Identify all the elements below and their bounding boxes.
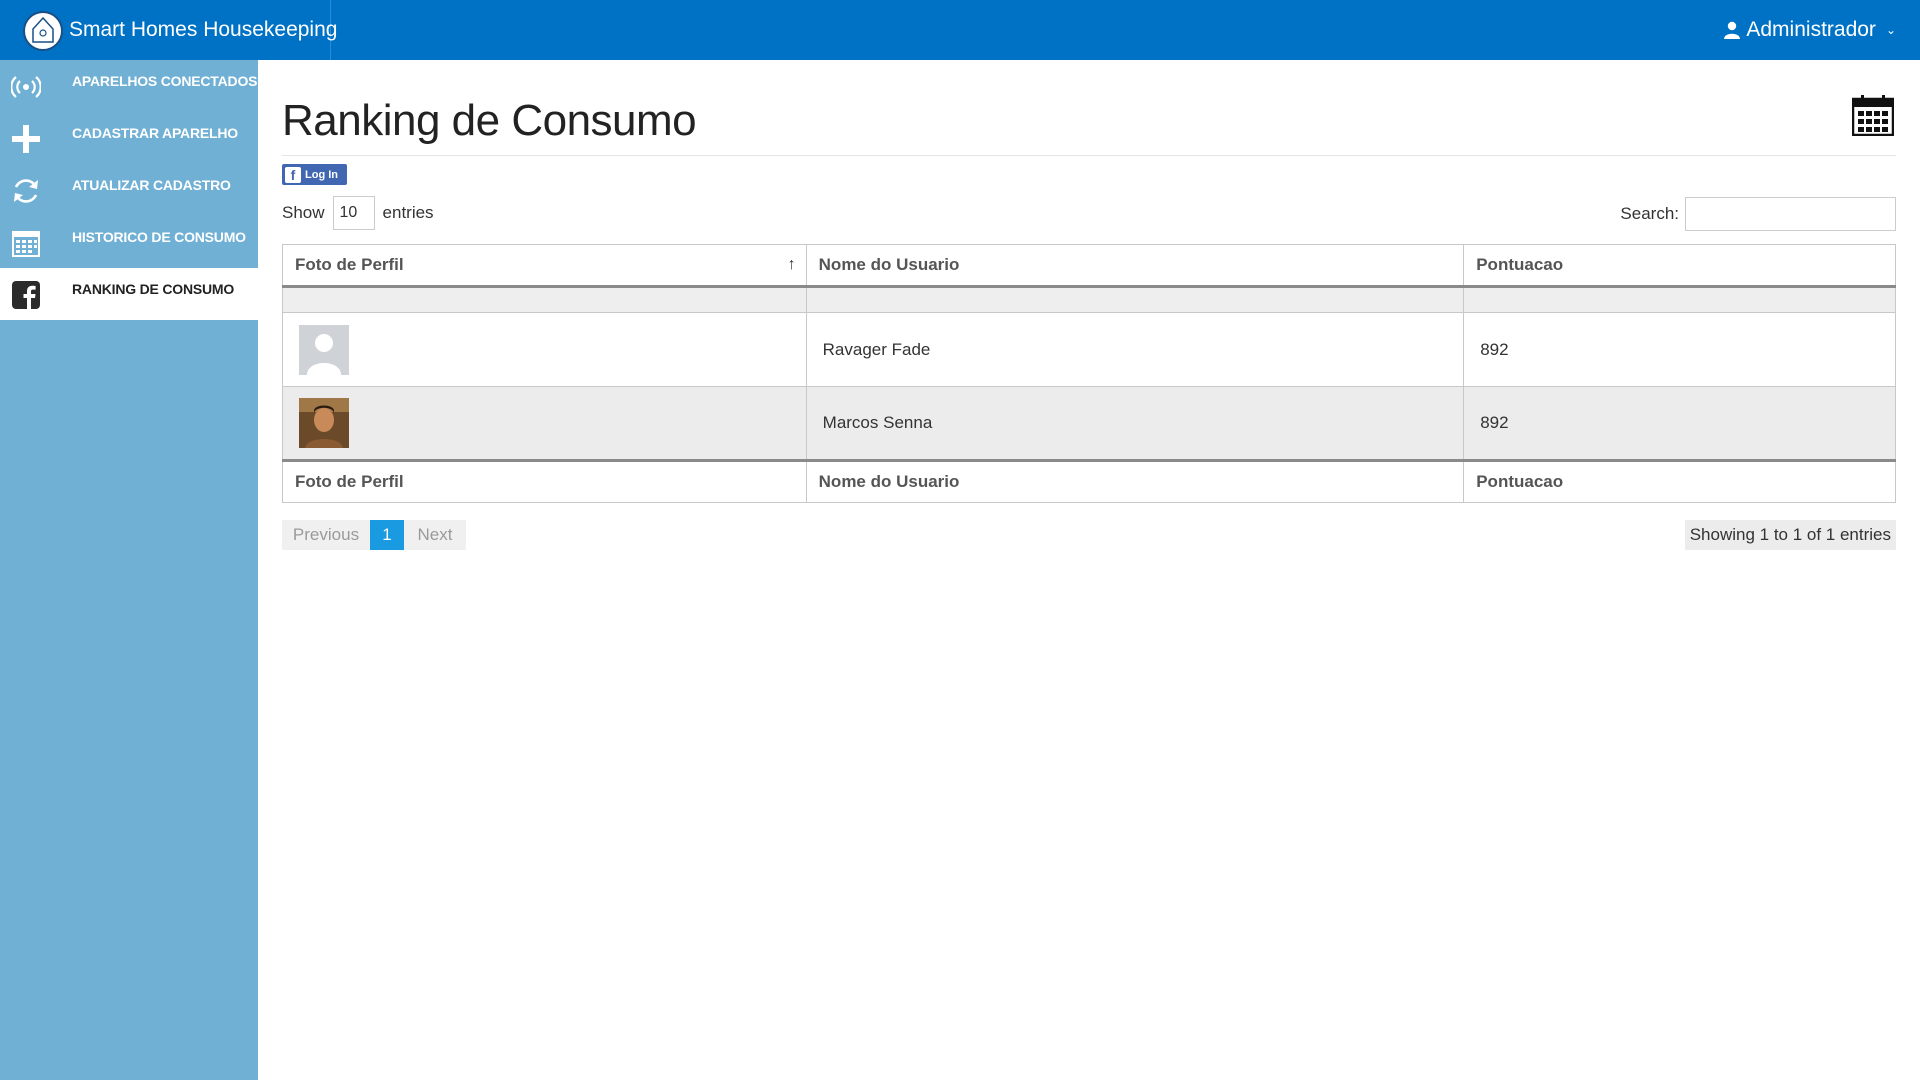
sidebar: APARELHOS CONECTADOS CADASTRAR APARELHO … (0, 60, 258, 1080)
user-menu[interactable]: Administrador ⌄ (1724, 18, 1896, 42)
facebook-login-button[interactable]: f Log In (282, 164, 347, 185)
show-label: Show (282, 203, 325, 222)
table-row: Marcos Senna 892 (282, 386, 1896, 461)
refresh-icon (10, 176, 42, 206)
default-avatar-icon (299, 324, 349, 375)
sidebar-item-atualizar-cadastro[interactable]: ATUALIZAR CADASTRO (0, 164, 258, 216)
profile-photo-cell (282, 312, 807, 387)
entries-label: entries (382, 203, 434, 222)
sidebar-item-label: RANKING DE CONSUMO (72, 281, 235, 297)
brand[interactable]: Smart Homes Housekeeping (0, 0, 337, 60)
page-title: Ranking de Consumo (282, 96, 697, 145)
calendar-button[interactable] (1851, 94, 1895, 137)
table-footer-row: Foto de Perfil Nome do Usuario Pontuacao (282, 459, 1896, 503)
column-header-label: Nome do Usuario (818, 255, 960, 274)
user-photo (299, 398, 349, 448)
table-cell (805, 286, 1465, 313)
app-logo-icon (23, 11, 63, 51)
facebook-icon (10, 280, 42, 310)
table-header-row: Foto de Perfil ↑ Nome do Usuario Pontuac… (282, 244, 1896, 288)
column-footer-pontuacao: Pontuacao (1463, 459, 1896, 503)
calendar-icon (10, 228, 42, 258)
table-cell (1463, 286, 1896, 313)
previous-page-button[interactable]: Previous (282, 520, 370, 550)
app-title: Smart Homes Housekeeping (69, 18, 338, 41)
sidebar-item-label: CADASTRAR APARELHO (72, 125, 238, 141)
score-cell: 892 (1463, 386, 1896, 461)
profile-photo-cell (282, 386, 807, 461)
sidebar-item-label: ATUALIZAR CADASTRO (72, 177, 231, 193)
table-cell (282, 286, 807, 313)
page-length-control: Show 10 entries (282, 196, 434, 230)
plus-icon (10, 124, 42, 154)
search-input[interactable] (1685, 197, 1896, 231)
wireless-signal-icon (10, 72, 42, 102)
column-header-nome-do-usuario[interactable]: Nome do Usuario (805, 244, 1465, 288)
sidebar-item-cadastrar-aparelho[interactable]: CADASTRAR APARELHO (0, 112, 258, 164)
score-cell: 892 (1463, 312, 1896, 387)
ranking-table: Foto de Perfil ↑ Nome do Usuario Pontuac… (282, 244, 1896, 503)
sort-ascending-icon: ↑ (787, 256, 796, 273)
user-name-cell: Marcos Senna (805, 386, 1465, 461)
user-name-cell: Ravager Fade (805, 312, 1465, 387)
column-header-label: Foto de Perfil (295, 255, 404, 274)
table-filter-row (282, 286, 1896, 313)
sidebar-item-label: HISTORICO DE CONSUMO (72, 229, 246, 245)
pagination: Previous 1 Next (282, 520, 466, 550)
next-page-button[interactable]: Next (404, 520, 466, 550)
sidebar-item-aparelhos-conectados[interactable]: APARELHOS CONECTADOS (0, 60, 258, 112)
user-icon (1724, 21, 1741, 39)
title-divider (282, 155, 1896, 156)
sidebar-item-ranking-de-consumo[interactable]: RANKING DE CONSUMO (0, 268, 258, 320)
sidebar-item-label: APARELHOS CONECTADOS (72, 73, 258, 89)
table-row: Ravager Fade 892 (282, 312, 1896, 387)
sidebar-item-historico-de-consumo[interactable]: HISTORICO DE CONSUMO (0, 216, 258, 268)
user-name: Administrador (1746, 18, 1876, 41)
column-header-label: Pontuacao (1476, 255, 1564, 274)
calendar-icon (1851, 95, 1895, 137)
facebook-icon: f (285, 166, 301, 183)
column-header-foto-de-perfil[interactable]: Foto de Perfil ↑ (282, 244, 807, 288)
search-label: Search: (1620, 204, 1679, 223)
top-navbar: Smart Homes Housekeeping Administrador ⌄ (0, 0, 1920, 60)
page-length-select[interactable]: 10 (332, 196, 375, 230)
column-footer-foto-de-perfil: Foto de Perfil (282, 459, 807, 503)
table-search: Search: (1620, 197, 1896, 231)
chevron-down-icon: ⌄ (1885, 23, 1896, 37)
column-footer-nome-do-usuario: Nome do Usuario (805, 459, 1465, 503)
table-info: Showing 1 to 1 of 1 entries (1684, 520, 1896, 550)
page-1-button[interactable]: 1 (370, 520, 404, 550)
facebook-login-label: Log In (305, 168, 338, 181)
column-header-pontuacao[interactable]: Pontuacao (1463, 244, 1896, 288)
